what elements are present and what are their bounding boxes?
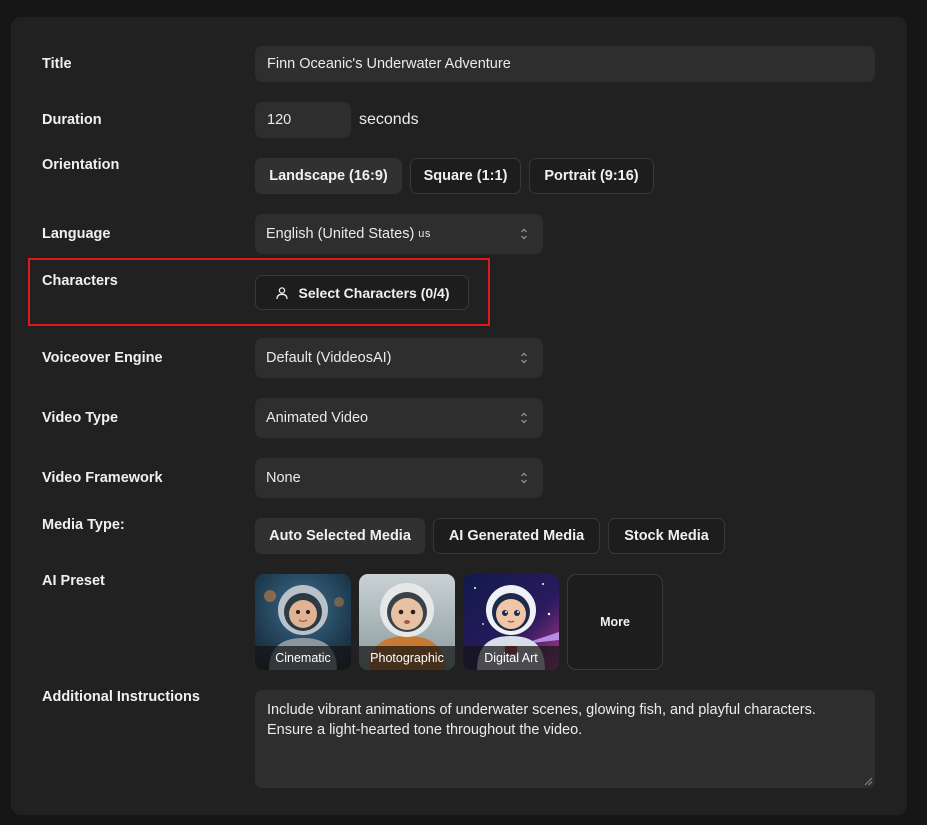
voiceover-engine-value: Default (ViddeosAI) xyxy=(266,350,392,366)
language-select[interactable]: English (United States) us xyxy=(255,214,543,254)
title-input[interactable]: Finn Oceanic's Underwater Adventure xyxy=(255,46,875,82)
video-framework-label: Video Framework xyxy=(42,470,163,486)
preset-cinematic[interactable]: Cinematic xyxy=(255,574,351,670)
media-stock-button[interactable]: Stock Media xyxy=(608,518,725,554)
preset-cinematic-caption: Cinematic xyxy=(255,646,351,670)
media-auto-selected-button[interactable]: Auto Selected Media xyxy=(255,518,425,554)
language-value: English (United States) xyxy=(266,226,415,242)
orientation-landscape-button[interactable]: Landscape (16:9) xyxy=(255,158,402,194)
video-type-value: Animated Video xyxy=(266,410,369,426)
preset-photographic[interactable]: Photographic xyxy=(359,574,455,670)
preset-digital-art[interactable]: Digital Art xyxy=(463,574,559,670)
language-label: Language xyxy=(42,226,111,242)
additional-instructions-label: Additional Instructions xyxy=(42,689,200,705)
video-type-select[interactable]: Animated Video xyxy=(255,398,543,438)
chevron-up-down-icon xyxy=(521,412,527,424)
orientation-square-button[interactable]: Square (1:1) xyxy=(410,158,521,194)
media-type-label: Media Type: xyxy=(42,517,125,533)
additional-instructions-textarea[interactable]: Include vibrant animations of underwater… xyxy=(255,690,875,788)
us-flag-icon: us xyxy=(418,228,431,240)
highlight-box xyxy=(28,258,490,326)
preset-more-button[interactable]: More xyxy=(567,574,663,670)
orientation-label: Orientation xyxy=(42,157,120,173)
preset-digital-art-caption: Digital Art xyxy=(463,646,559,670)
preset-photographic-caption: Photographic xyxy=(359,646,455,670)
video-type-label: Video Type xyxy=(42,410,119,426)
chevron-up-down-icon xyxy=(521,472,527,484)
orientation-portrait-button[interactable]: Portrait (9:16) xyxy=(529,158,654,194)
chevron-up-down-icon xyxy=(521,352,527,364)
chevron-up-down-icon xyxy=(521,228,527,240)
duration-input[interactable]: 120 xyxy=(255,102,351,138)
voiceover-engine-label: Voiceover Engine xyxy=(42,350,163,366)
title-label: Title xyxy=(42,56,72,72)
ai-preset-label: AI Preset xyxy=(42,573,105,589)
media-ai-generated-button[interactable]: AI Generated Media xyxy=(433,518,600,554)
resize-grip-icon[interactable] xyxy=(864,777,873,786)
video-framework-select[interactable]: None xyxy=(255,458,543,498)
additional-instructions-text: Include vibrant animations of underwater… xyxy=(267,702,816,738)
voiceover-engine-select[interactable]: Default (ViddeosAI) xyxy=(255,338,543,378)
duration-label: Duration xyxy=(42,112,102,128)
duration-unit: seconds xyxy=(359,111,419,128)
video-framework-value: None xyxy=(266,470,301,486)
